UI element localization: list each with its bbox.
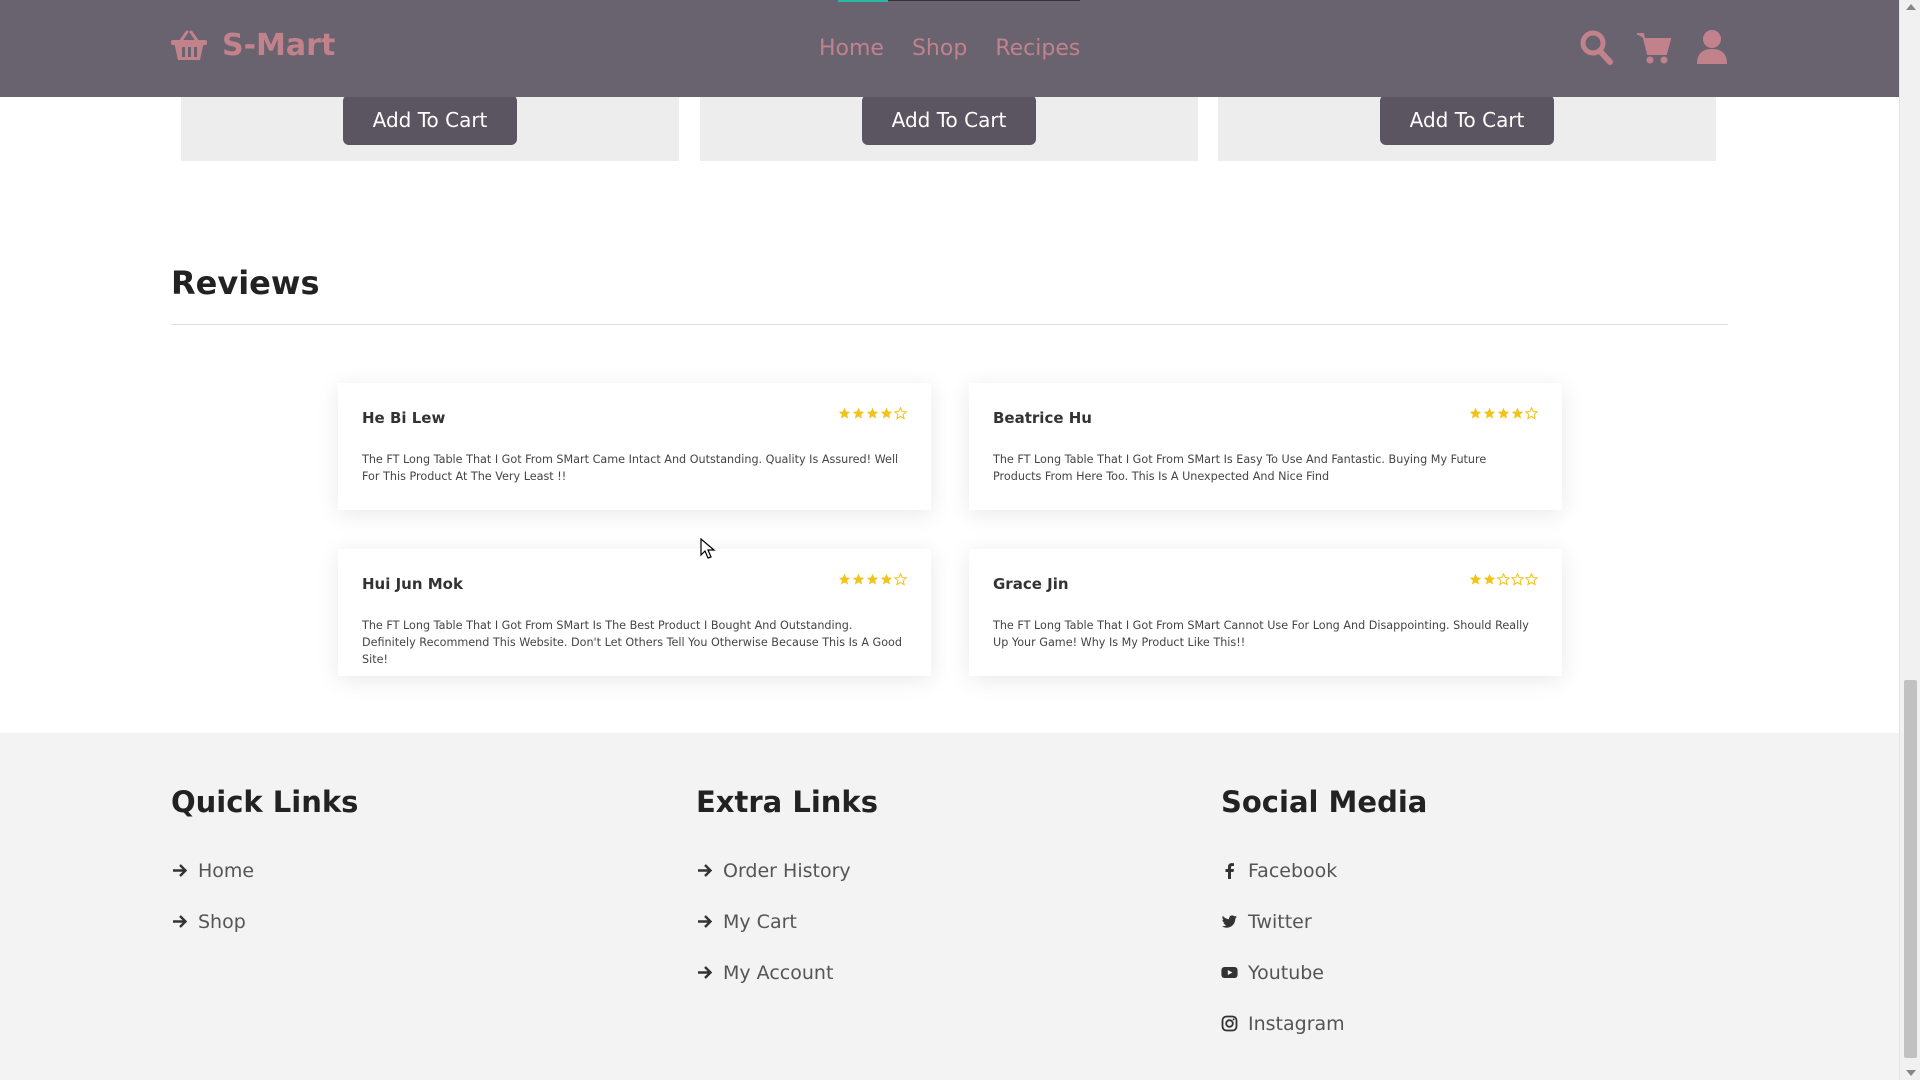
reviews-title: Reviews [171, 264, 320, 302]
review-card: He Bi Lew The FT Long Table That I Got F… [338, 383, 931, 510]
user-icon[interactable] [1694, 28, 1730, 66]
star-empty-icon [894, 573, 907, 586]
arrow-right-icon [173, 864, 188, 877]
star-empty-icon [1525, 573, 1538, 586]
arrow-right-icon [698, 864, 713, 877]
footer-link-label: My Account [723, 961, 834, 984]
review-card: Hui Jun Mok The FT Long Table That I Got… [338, 549, 931, 676]
footer-link-label: Instagram [1248, 1012, 1345, 1035]
footer-link-label: Home [198, 859, 255, 882]
nav-shop[interactable]: Shop [912, 36, 967, 61]
footer-link-home[interactable]: Home [171, 845, 358, 896]
basket-icon [171, 30, 207, 60]
reviewer-name: Grace Jin [993, 575, 1069, 593]
review-text: The FT Long Table That I Got From SMart … [993, 453, 1487, 483]
header-icons [1578, 28, 1730, 66]
scroll-down-icon[interactable] [1906, 1070, 1916, 1076]
footer-link-label: Shop [198, 910, 246, 933]
footer-link-instagram[interactable]: Instagram [1221, 998, 1427, 1049]
star-filled-icon [1483, 407, 1496, 419]
footer-link-label: Order History [723, 859, 851, 882]
cart-icon[interactable] [1636, 28, 1672, 66]
star-empty-icon [1511, 573, 1524, 586]
search-icon[interactable] [1578, 28, 1614, 66]
star-filled-icon [880, 573, 893, 585]
star-rating [1469, 407, 1538, 420]
footer-link-order-history[interactable]: Order History [696, 845, 878, 896]
footer-link-twitter[interactable]: Twitter [1221, 896, 1427, 947]
site-footer: Quick Links Home Shop Extra Links Order … [0, 733, 1899, 1080]
star-rating [838, 407, 907, 420]
nav-home[interactable]: Home [819, 36, 884, 61]
star-filled-icon [866, 573, 879, 585]
site-header: S-Mart Home Shop Recipes [0, 0, 1899, 97]
footer-link-my-cart[interactable]: My Cart [696, 896, 878, 947]
instagram-icon [1221, 1015, 1238, 1032]
star-filled-icon [852, 407, 865, 419]
star-filled-icon [1469, 573, 1482, 585]
star-filled-icon [1469, 407, 1482, 419]
star-filled-icon [1511, 407, 1524, 419]
add-to-cart-button[interactable]: Add To Cart [1380, 95, 1554, 145]
footer-link-label: Facebook [1248, 859, 1338, 882]
add-to-cart-button[interactable]: Add To Cart [862, 95, 1036, 145]
add-to-cart-button[interactable]: Add To Cart [343, 95, 517, 145]
extra-links-column: Extra Links Order History My Cart My Acc… [696, 785, 878, 998]
footer-link-label: Youtube [1248, 961, 1324, 984]
arrow-right-icon [173, 915, 188, 928]
arrow-right-icon [698, 966, 713, 979]
scrollbar[interactable] [1899, 0, 1920, 1080]
logo-text: S-Mart [222, 28, 336, 63]
review-text: The FT Long Table That I Got From SMart … [993, 619, 1529, 649]
star-filled-icon [1483, 573, 1496, 585]
nav-underline [888, 0, 1080, 1]
reviewer-name: Hui Jun Mok [362, 575, 463, 593]
scrollbar-thumb[interactable] [1904, 680, 1917, 1058]
star-filled-icon [1497, 407, 1510, 419]
star-filled-icon [838, 407, 851, 419]
mouse-cursor-icon [700, 538, 716, 559]
star-empty-icon [1497, 573, 1510, 586]
divider [171, 324, 1728, 325]
arrow-right-icon [698, 915, 713, 928]
reviewer-name: He Bi Lew [362, 409, 446, 427]
facebook-icon [1225, 863, 1234, 879]
review-text: The FT Long Table That I Got From SMart … [362, 453, 899, 483]
star-empty-icon [894, 407, 907, 420]
footer-link-label: My Cart [723, 910, 797, 933]
star-filled-icon [880, 407, 893, 419]
footer-link-my-account[interactable]: My Account [696, 947, 878, 998]
main-nav: Home Shop Recipes [819, 36, 1080, 61]
nav-recipes[interactable]: Recipes [995, 36, 1080, 61]
review-card: Grace Jin The FT Long Table That I Got F… [969, 549, 1562, 676]
twitter-icon [1221, 915, 1237, 928]
footer-link-label: Twitter [1248, 910, 1312, 933]
reviewer-name: Beatrice Hu [993, 409, 1092, 427]
quick-links-title: Quick Links [171, 785, 359, 819]
footer-link-shop[interactable]: Shop [171, 896, 358, 947]
star-rating [1469, 573, 1538, 586]
extra-links-title: Extra Links [696, 785, 878, 819]
social-media-title: Social Media [1221, 785, 1428, 819]
footer-link-facebook[interactable]: Facebook [1221, 845, 1427, 896]
star-rating [838, 573, 907, 586]
youtube-icon [1221, 966, 1238, 979]
site-logo[interactable]: S-Mart [170, 28, 335, 63]
star-filled-icon [838, 573, 851, 585]
social-media-column: Social Media Facebook Twitter Youtube In… [1221, 785, 1427, 1049]
review-card: Beatrice Hu The FT Long Table That I Got… [969, 383, 1562, 510]
nav-active-indicator [838, 0, 888, 2]
quick-links-column: Quick Links Home Shop [171, 785, 358, 947]
scroll-up-icon[interactable] [1906, 4, 1916, 10]
footer-link-youtube[interactable]: Youtube [1221, 947, 1427, 998]
star-filled-icon [866, 407, 879, 419]
star-filled-icon [852, 573, 865, 585]
review-text: The FT Long Table That I Got From SMart … [362, 619, 902, 666]
star-empty-icon [1525, 407, 1538, 420]
